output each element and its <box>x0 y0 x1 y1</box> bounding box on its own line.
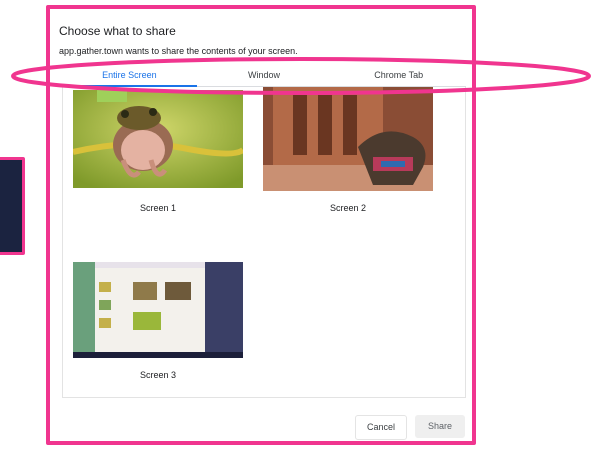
screen-2-label: Screen 2 <box>329 203 367 213</box>
screen-1-thumbnail <box>73 90 243 188</box>
tab-window[interactable]: Window <box>197 66 332 86</box>
screen-option-3[interactable]: Screen 3 <box>73 262 243 392</box>
cancel-button[interactable]: Cancel <box>355 415 407 440</box>
screen-3-thumbnail <box>73 262 243 358</box>
dialog-subtitle: app.gather.town wants to share the conte… <box>59 46 298 56</box>
tab-entire-screen[interactable]: Entire Screen <box>62 66 197 87</box>
screen-3-label: Screen 3 <box>139 370 177 380</box>
screen-option-2[interactable]: Screen 2 <box>263 87 433 232</box>
share-button[interactable]: Share <box>415 415 465 438</box>
background-window-fragment <box>0 157 25 255</box>
share-tabs: Entire Screen Window Chrome Tab <box>62 66 466 87</box>
tab-chrome-tab[interactable]: Chrome Tab <box>331 66 466 86</box>
screen-2-thumbnail <box>263 87 433 191</box>
share-screen-dialog: Choose what to share app.gather.town wan… <box>46 5 476 445</box>
screen-option-1[interactable]: Screen 1 <box>73 87 243 232</box>
screen-grid: Screen 1 Screen 2 Screen 3 <box>62 87 466 398</box>
dialog-title: Choose what to share <box>59 24 176 38</box>
screen-1-label: Screen 1 <box>139 203 177 213</box>
